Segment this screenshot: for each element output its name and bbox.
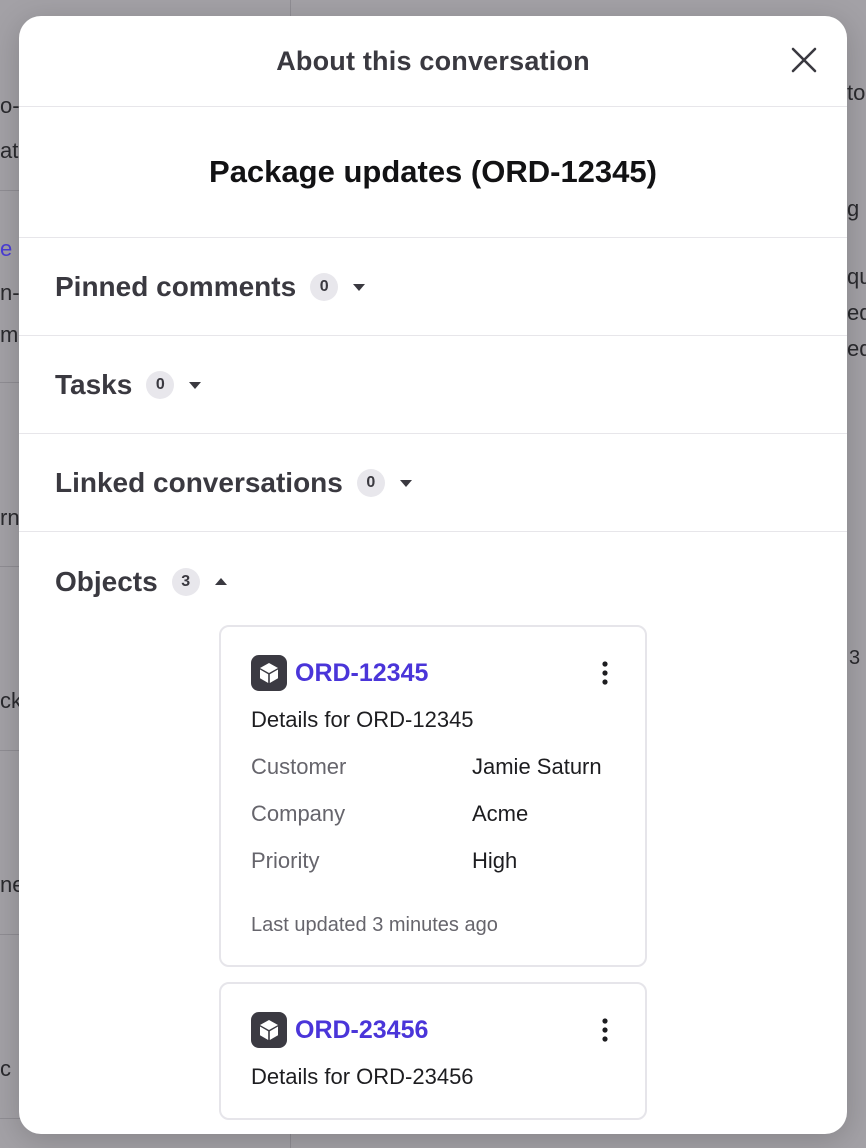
more-vertical-icon	[602, 661, 608, 685]
field-row-company: Company Acme	[251, 801, 617, 827]
field-value: Jamie Saturn	[472, 754, 602, 779]
bg-text: ck	[0, 688, 20, 713]
section-tasks[interactable]: Tasks 0	[19, 336, 847, 434]
divider	[0, 750, 20, 751]
caret-down-icon[interactable]	[188, 380, 202, 390]
bg-text: mp	[0, 322, 20, 347]
field-key: Company	[251, 801, 346, 826]
caret-down-icon[interactable]	[399, 478, 413, 488]
modal-title: About this conversation	[276, 45, 590, 76]
bg-text: at	[0, 138, 19, 163]
object-link[interactable]: ORD-12345	[295, 659, 428, 688]
count-badge: 0	[146, 370, 175, 399]
bg-text: ne	[0, 872, 20, 897]
conversation-title-area: Package updates (ORD-12345)	[19, 107, 847, 238]
bg-text: rn	[0, 505, 20, 530]
bg-text: o-	[0, 93, 20, 118]
field-key: Priority	[251, 848, 320, 873]
bg-text: qu	[847, 264, 866, 289]
bg-text: eq	[847, 300, 866, 325]
bg-text: c	[0, 1056, 11, 1081]
package-box-icon	[251, 1012, 287, 1048]
section-label: Pinned comments	[55, 270, 297, 302]
field-row-priority: Priority High	[251, 848, 617, 874]
object-link[interactable]: ORD-23456	[295, 1016, 428, 1045]
more-options-button[interactable]	[593, 655, 617, 691]
section-linked-conversations[interactable]: Linked conversations 0	[19, 434, 847, 532]
package-box-icon	[251, 655, 287, 691]
object-card-header: ORD-12345	[251, 653, 617, 693]
divider	[0, 382, 20, 383]
field-row-customer: Customer Jamie Saturn	[251, 754, 617, 780]
bg-link: e	[0, 236, 13, 261]
section-label: Linked conversations	[55, 466, 343, 498]
caret-up-icon[interactable]	[214, 577, 228, 587]
more-options-button[interactable]	[593, 1012, 617, 1048]
last-updated-text: Last updated 3 minutes ago	[251, 914, 498, 936]
field-value: High	[472, 848, 518, 873]
count-badge: 0	[356, 468, 385, 497]
object-description: Details for ORD-12345	[251, 707, 474, 732]
bg-text: 3	[849, 647, 861, 669]
more-vertical-icon	[602, 1018, 608, 1042]
section-label: Objects	[55, 566, 158, 597]
close-button[interactable]	[789, 45, 819, 75]
modal-header: About this conversation	[19, 16, 847, 107]
object-description: Details for ORD-23456	[251, 1064, 474, 1089]
count-badge: 0	[310, 272, 339, 301]
conversation-title: Package updates (ORD-12345)	[209, 154, 657, 189]
close-x-icon	[791, 47, 817, 73]
bg-text: g c	[847, 196, 866, 221]
bg-text: to	[847, 80, 866, 105]
about-conversation-modal: About this conversation Package updates …	[19, 16, 847, 1134]
section-pinned-comments[interactable]: Pinned comments 0	[19, 238, 847, 336]
object-card: ORD-23456 Details for ORD-23456	[219, 982, 647, 1120]
divider	[0, 566, 20, 567]
object-card-header: ORD-23456	[251, 1010, 617, 1050]
field-value: Acme	[472, 801, 529, 826]
objects-list: ORD-12345 Details for ORD-12345 Customer…	[219, 625, 647, 1134]
divider	[0, 934, 20, 935]
bg-text: eq	[847, 336, 866, 361]
section-objects[interactable]: Objects 3	[19, 532, 847, 632]
bg-text: n-	[0, 280, 20, 305]
count-badge: 3	[171, 568, 200, 596]
divider	[0, 1118, 20, 1119]
section-label: Tasks	[55, 368, 133, 400]
object-card: ORD-12345 Details for ORD-12345 Customer…	[219, 625, 647, 967]
caret-down-icon[interactable]	[352, 282, 366, 292]
divider	[0, 190, 20, 191]
field-key: Customer	[251, 754, 347, 779]
